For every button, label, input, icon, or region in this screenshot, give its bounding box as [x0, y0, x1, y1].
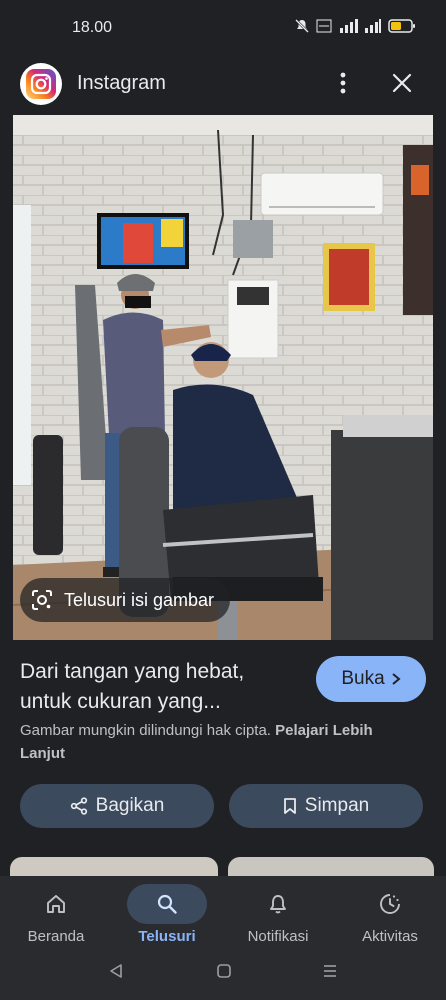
menu-lines-icon — [324, 965, 336, 977]
lens-chip-label: Telusuri isi gambar — [64, 589, 215, 610]
share-icon — [70, 797, 87, 815]
close-button[interactable] — [388, 69, 416, 97]
app-title: Instagram — [77, 72, 166, 94]
nav-label: Telusuri — [138, 928, 196, 945]
back-triangle-icon — [110, 964, 122, 978]
nav-label: Aktivitas — [362, 928, 418, 945]
copyright-text: Gambar mungkin dilindungi hak cipta. — [20, 722, 271, 739]
open-button[interactable]: Buka — [316, 656, 426, 702]
status-time: 18.00 — [72, 19, 113, 36]
result-title[interactable]: Dari tangan yang hebat, untuk cukuran ya… — [20, 657, 300, 717]
bookmark-icon — [283, 798, 296, 814]
system-back-button[interactable] — [108, 963, 124, 984]
app-header: Instagram — [0, 56, 446, 112]
more-vert-icon — [340, 72, 346, 94]
activity-icon — [380, 894, 400, 914]
status-bar: 18.00 — [0, 0, 446, 56]
related-image[interactable] — [228, 857, 434, 877]
close-icon — [392, 73, 412, 93]
save-label: Simpan — [304, 795, 370, 816]
home-icon — [47, 895, 65, 913]
lens-search-chip[interactable]: Telusuri isi gambar — [20, 578, 231, 622]
system-nav-bar — [0, 955, 446, 991]
open-button-label: Buka — [341, 668, 385, 689]
nav-label: Notifikasi — [247, 928, 309, 945]
chevron-right-icon — [392, 673, 401, 685]
save-button[interactable]: Simpan — [229, 784, 423, 828]
volte-icon — [316, 19, 332, 33]
nav-label: Beranda — [27, 928, 85, 945]
nav-item-telusuri[interactable]: Telusuri — [117, 876, 217, 956]
nav-item-notifikasi[interactable]: Notifikasi — [228, 876, 328, 956]
search-icon — [157, 894, 177, 914]
result-image[interactable] — [13, 115, 433, 640]
copyright-notice: Gambar mungkin dilindungi hak cipta. Pel… — [20, 719, 420, 765]
related-image[interactable] — [10, 857, 218, 877]
battery-icon — [388, 19, 415, 33]
system-home-button[interactable] — [216, 963, 232, 984]
bell-icon — [270, 895, 286, 914]
instagram-logo-icon — [20, 63, 62, 105]
signal-2-icon — [365, 19, 381, 33]
nav-item-aktivitas[interactable]: Aktivitas — [340, 876, 440, 956]
share-button[interactable]: Bagikan — [20, 784, 214, 828]
mute-icon — [295, 19, 309, 33]
nav-item-beranda[interactable]: Beranda — [6, 876, 106, 956]
lens-icon — [32, 590, 52, 610]
share-label: Bagikan — [95, 795, 165, 816]
home-square-icon — [217, 964, 231, 978]
more-options-button[interactable] — [330, 68, 356, 98]
signal-icon — [340, 19, 358, 33]
system-recents-button[interactable] — [322, 963, 338, 984]
status-icons — [294, 18, 416, 34]
